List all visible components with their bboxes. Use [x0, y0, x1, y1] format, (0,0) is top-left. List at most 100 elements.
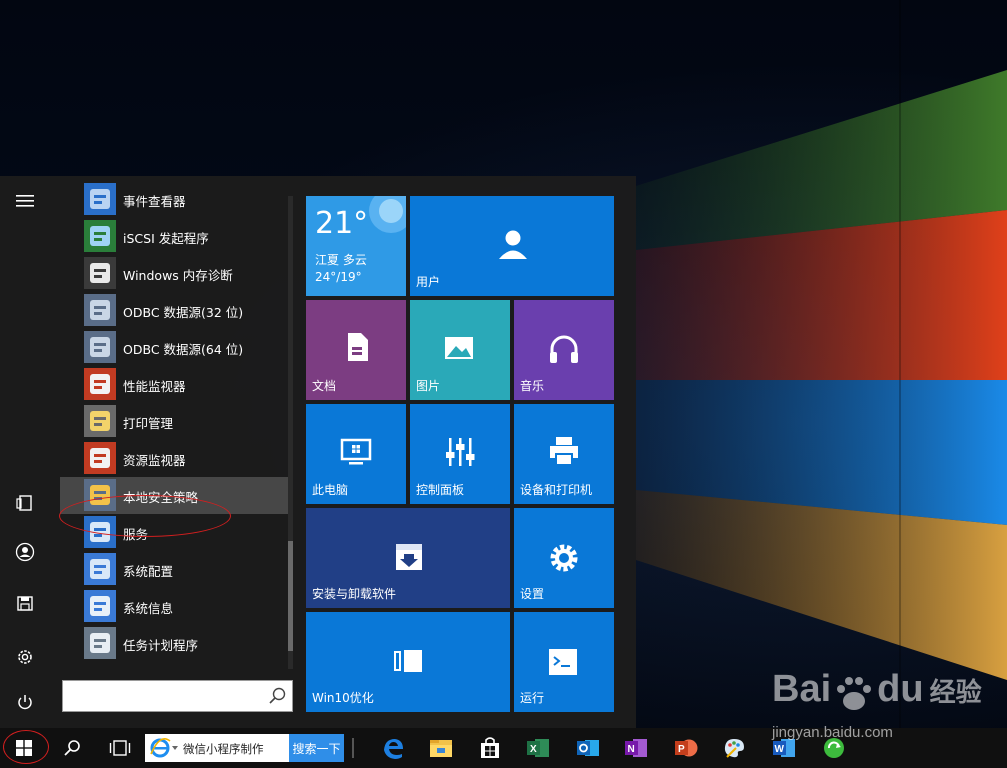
document-icon	[348, 333, 368, 361]
user-icon[interactable]	[12, 539, 38, 565]
start-rail	[0, 176, 50, 728]
taskbar-web-search[interactable]: 微信小程序制作	[145, 734, 289, 762]
system-config-icon	[84, 553, 116, 585]
annotation-circle	[59, 495, 231, 537]
app-list-item[interactable]: Windows 内存诊断	[60, 255, 288, 292]
app-list-item[interactable]: 打印管理	[60, 403, 288, 440]
tile-music[interactable]: 音乐	[514, 300, 614, 400]
app-label: 性能监视器	[123, 379, 186, 394]
tile-label: 音乐	[520, 379, 545, 393]
printer-icon	[550, 437, 578, 466]
tile-run[interactable]: 运行	[514, 612, 614, 712]
app-label: 系统信息	[123, 601, 174, 616]
baidu-watermark: Bai du 经验 jingyan.baidu.com	[772, 660, 1007, 750]
svg-text:P: P	[678, 744, 685, 755]
app-label: ODBC 数据源(32 位)	[123, 305, 244, 320]
person-icon	[499, 230, 527, 259]
tile-uninstall[interactable]: 安装与卸载软件	[306, 508, 510, 608]
tile-documents[interactable]: 文档	[306, 300, 406, 400]
odbc-icon	[84, 331, 116, 363]
app-list: 事件查看器 iSCSI 发起程序 Windows 内存诊断 ODBC 数据源(32 位…	[60, 176, 288, 671]
performance-monitor-icon	[84, 368, 116, 400]
app-list-item[interactable]: 系统配置	[60, 551, 288, 588]
store-icon[interactable]	[478, 736, 502, 760]
paint-icon[interactable]	[722, 736, 746, 760]
tile-label: 设备和打印机	[520, 483, 593, 497]
task-view-button[interactable]	[100, 728, 140, 768]
tile-this-pc[interactable]: 此电脑	[306, 404, 406, 504]
documents-icon[interactable]	[12, 490, 38, 516]
watermark-logo: Bai du 经验	[772, 668, 982, 710]
paw-icon	[831, 673, 877, 710]
edge-icon[interactable]	[381, 736, 405, 760]
tile-pictures[interactable]: 图片	[410, 300, 510, 400]
app-list-item[interactable]: 事件查看器	[60, 181, 288, 218]
taskbar-divider	[352, 738, 354, 758]
tile-label: 运行	[520, 691, 545, 705]
power-icon[interactable]	[12, 689, 38, 715]
annotation-circle-start	[3, 730, 49, 764]
tile-weather[interactable]: 21° 江夏 多云 24°/19°	[306, 196, 406, 296]
search-icon	[269, 687, 286, 704]
tile-label: 控制面板	[416, 483, 465, 497]
app-list-item[interactable]: ODBC 数据源(64 位)	[60, 329, 288, 366]
tile-user[interactable]: 用户	[410, 196, 614, 296]
hamburger-icon[interactable]	[12, 188, 38, 214]
app-list-item[interactable]: 任务计划程序	[60, 625, 288, 662]
picture-icon	[445, 337, 473, 359]
ie-icon	[150, 738, 171, 758]
app-label: 系统配置	[123, 564, 174, 579]
tile-win10-optimize[interactable]: Win10优化	[306, 612, 510, 712]
settings-icon[interactable]	[12, 644, 38, 670]
tile-devices-printers[interactable]: 设备和打印机	[514, 404, 614, 504]
weather-city: 江夏 多云	[315, 253, 367, 267]
app-list-item[interactable]: 性能监视器	[60, 366, 288, 403]
iscsi-icon	[84, 220, 116, 252]
tile-label: 设置	[520, 587, 545, 601]
weather-range: 24°/19°	[315, 270, 362, 284]
tile-label: 此电脑	[312, 483, 349, 497]
app-label: 打印管理	[123, 416, 174, 431]
start-search-input[interactable]	[62, 680, 293, 712]
app-list-item[interactable]: 系统信息	[60, 588, 288, 625]
tile-label: 用户	[416, 275, 441, 289]
watermark-url: jingyan.baidu.com	[772, 724, 893, 741]
resource-monitor-icon	[84, 442, 116, 474]
sliders-icon	[446, 438, 475, 466]
odbc-icon	[84, 294, 116, 326]
monitor-icon	[340, 438, 372, 465]
taskbar-search-button[interactable]	[52, 728, 92, 768]
pictures-icon[interactable]	[12, 590, 38, 616]
onenote-icon[interactable]: N	[624, 736, 648, 760]
app-label: 资源监视器	[123, 453, 186, 468]
svg-text:X: X	[530, 744, 537, 755]
weather-temp: 21°	[315, 206, 369, 241]
app-label: Windows 内存诊断	[123, 268, 233, 283]
install-box-icon	[396, 544, 422, 570]
tile-label: Win10优化	[312, 691, 374, 705]
task-scheduler-icon	[84, 627, 116, 659]
app-label: ODBC 数据源(64 位)	[123, 342, 244, 357]
headphones-icon	[550, 335, 578, 363]
task-view-icon	[109, 740, 131, 756]
tile-settings[interactable]: 设置	[514, 508, 614, 608]
print-management-icon	[84, 405, 116, 437]
web-search-button[interactable]: 搜索一下	[289, 734, 344, 762]
scrollbar-thumb[interactable]	[288, 541, 293, 651]
powerpoint-icon[interactable]: P	[674, 736, 698, 760]
chevron-down-icon	[172, 746, 178, 750]
app-list-scrollbar[interactable]	[288, 196, 293, 669]
svg-text:N: N	[628, 744, 635, 755]
file-explorer-icon[interactable]	[429, 736, 453, 760]
tile-label: 图片	[416, 379, 441, 393]
app-list-item[interactable]: iSCSI 发起程序	[60, 218, 288, 255]
tile-control-panel[interactable]: 控制面板	[410, 404, 510, 504]
excel-icon[interactable]: X	[526, 736, 550, 760]
tablet-mode-icon	[394, 650, 422, 672]
outlook-icon[interactable]	[576, 736, 600, 760]
app-list-item[interactable]: ODBC 数据源(32 位)	[60, 292, 288, 329]
run-icon	[549, 649, 577, 675]
start-menu: 事件查看器 iSCSI 发起程序 Windows 内存诊断 ODBC 数据源(32 位…	[0, 176, 636, 728]
app-list-item[interactable]: 资源监视器	[60, 440, 288, 477]
app-label: 任务计划程序	[123, 638, 199, 653]
